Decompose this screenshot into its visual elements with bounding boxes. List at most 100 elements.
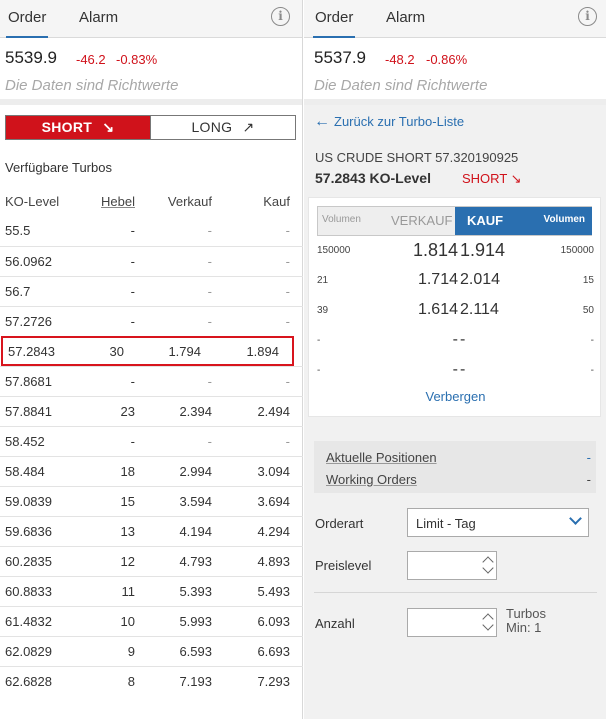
instrument-direction: SHORT ↘ (462, 171, 522, 187)
info-icon[interactable]: i (578, 7, 597, 26)
table-row[interactable]: 61.4832 10 5.993 6.093 (0, 606, 303, 636)
hebel-cell: 13 (120, 524, 135, 539)
table-row[interactable]: 60.2835 12 4.793 4.893 (0, 546, 303, 576)
ko-cell: 62.6828 (5, 674, 52, 689)
table-row[interactable]: 59.0839 15 3.594 3.694 (0, 486, 303, 516)
long-button[interactable]: LONG ↗ (150, 116, 295, 139)
bid-price: 1.814 (412, 240, 458, 260)
order-book-header: Volumen VERKAUF KAUF Volumen (317, 206, 592, 236)
tab-order[interactable]: Order (5, 9, 49, 38)
price-change-pct: -0.86% (426, 52, 468, 67)
bid-price: 1.714 (417, 271, 458, 288)
arrow-down-right-icon: ↘ (510, 171, 522, 186)
table-header: KO-Level Hebel Verkauf Kauf (0, 188, 303, 216)
table-row[interactable]: 62.6828 8 7.193 7.293 (0, 666, 303, 696)
underlying-price: 5539.9 (5, 48, 57, 67)
quote-header: 5539.9 -46.2 -0.83% Die Daten sind Richt… (0, 38, 302, 105)
direction-label: SHORT (462, 171, 508, 186)
arrow-left-icon: ← (314, 113, 330, 130)
verkauf-cell: - (207, 434, 212, 449)
order-book-row: ---- (309, 326, 602, 356)
kauf-cell: 3.694 (257, 494, 290, 509)
preislevel-stepper[interactable] (407, 551, 497, 580)
ask-volume: 50 (582, 305, 594, 316)
kauf-cell: - (285, 254, 290, 269)
info-icon[interactable]: i (271, 7, 290, 26)
ask-price: - (460, 331, 466, 348)
table-row[interactable]: 58.484 18 2.994 3.094 (0, 456, 303, 486)
minimum-quantity: Min: 1 (506, 620, 542, 635)
long-label: LONG (191, 119, 233, 135)
tab-order[interactable]: Order (312, 9, 356, 38)
bid-price: - (452, 331, 458, 348)
bid-volume: - (317, 335, 321, 346)
orderart-select[interactable]: Limit - Tag (407, 508, 589, 537)
orderart-value: Limit - Tag (416, 516, 476, 531)
short-label: SHORT (41, 119, 93, 135)
tab-alarm[interactable]: Alarm (386, 9, 425, 26)
back-link-label: Zurück zur Turbo-Liste (334, 114, 465, 129)
section-title: Verfügbare Turbos (5, 160, 112, 175)
header-kauf[interactable]: Kauf (263, 194, 290, 209)
bid-volume: 39 (317, 305, 329, 316)
verkauf-cell: 4.194 (179, 524, 212, 539)
header-ko-level[interactable]: KO-Level (5, 194, 59, 209)
ask-price: 2.114 (460, 301, 499, 318)
ko-cell: 60.2835 (5, 554, 52, 569)
preislevel-label: Preislevel (315, 558, 372, 573)
hebel-cell: 10 (120, 614, 135, 629)
verkauf-cell: 5.393 (179, 584, 212, 599)
tab-bar: Order Alarm i (0, 0, 302, 38)
anzahl-stepper[interactable] (407, 608, 497, 637)
working-orders-label[interactable]: Working Orders (326, 472, 417, 487)
kauf-cell: 1.894 (246, 344, 279, 359)
ko-cell: 62.0829 (5, 644, 52, 659)
verkauf-cell: - (207, 223, 212, 238)
buy-label: KAUF (467, 213, 504, 228)
chevron-down-icon (569, 512, 582, 525)
hide-order-book-link[interactable]: Verbergen (309, 389, 602, 404)
arrow-down-right-icon: ↘ (102, 119, 115, 135)
verkauf-cell: - (207, 374, 212, 389)
ko-cell: 57.8841 (5, 404, 52, 419)
kauf-cell: 4.294 (257, 524, 290, 539)
price-change: -46.2 (76, 52, 106, 67)
back-to-turbo-list-link[interactable]: ← Zurück zur Turbo-Liste (314, 113, 464, 131)
short-button[interactable]: SHORT ↘ (6, 116, 150, 139)
table-row[interactable]: 57.8841 23 2.394 2.494 (0, 396, 303, 426)
ko-cell: 58.484 (5, 464, 45, 479)
verkauf-cell: 3.594 (179, 494, 212, 509)
ask-price: 2.014 (460, 271, 501, 288)
quantity-unit: Turbos Min: 1 (506, 607, 546, 635)
table-row[interactable]: 59.6836 13 4.194 4.294 (0, 516, 303, 546)
table-row[interactable]: 56.0962 - - - (0, 246, 303, 276)
table-row[interactable]: 60.8833 11 5.393 5.493 (0, 576, 303, 606)
table-row[interactable]: 58.452 - - - (0, 426, 303, 456)
hebel-cell: 8 (127, 674, 135, 689)
bid-volume: 150000 (317, 245, 351, 256)
hebel-cell: - (130, 223, 135, 238)
table-row[interactable]: 56.7 - - - (0, 276, 303, 306)
form-divider (314, 592, 597, 593)
anzahl-label: Anzahl (315, 616, 355, 631)
ask-price: 1.914 (460, 240, 506, 260)
ask-volume: 150000 (560, 245, 594, 256)
table-row[interactable]: 62.0829 9 6.593 6.693 (0, 636, 303, 666)
current-positions-value: - (586, 450, 591, 465)
table-row[interactable]: 57.2726 - - - (0, 306, 303, 336)
hebel-cell: - (130, 374, 135, 389)
ko-cell: 56.7 (5, 284, 31, 299)
kauf-cell: - (285, 374, 290, 389)
table-row[interactable]: 55.5 - - - (0, 216, 303, 246)
table-row[interactable]: 57.8681 - - - (0, 366, 303, 396)
header-hebel[interactable]: Hebel (101, 194, 135, 209)
tab-alarm[interactable]: Alarm (79, 9, 118, 26)
current-positions-label[interactable]: Aktuelle Positionen (326, 450, 437, 465)
ko-cell: 57.2726 (5, 314, 52, 329)
table-row[interactable]: 57.2843 30 1.794 1.894 (1, 336, 294, 366)
header-verkauf[interactable]: Verkauf (168, 194, 212, 209)
ask-volume: - (590, 335, 594, 346)
sell-label: VERKAUF (391, 213, 453, 228)
ko-cell: 60.8833 (5, 584, 52, 599)
unit-label: Turbos (506, 606, 546, 621)
